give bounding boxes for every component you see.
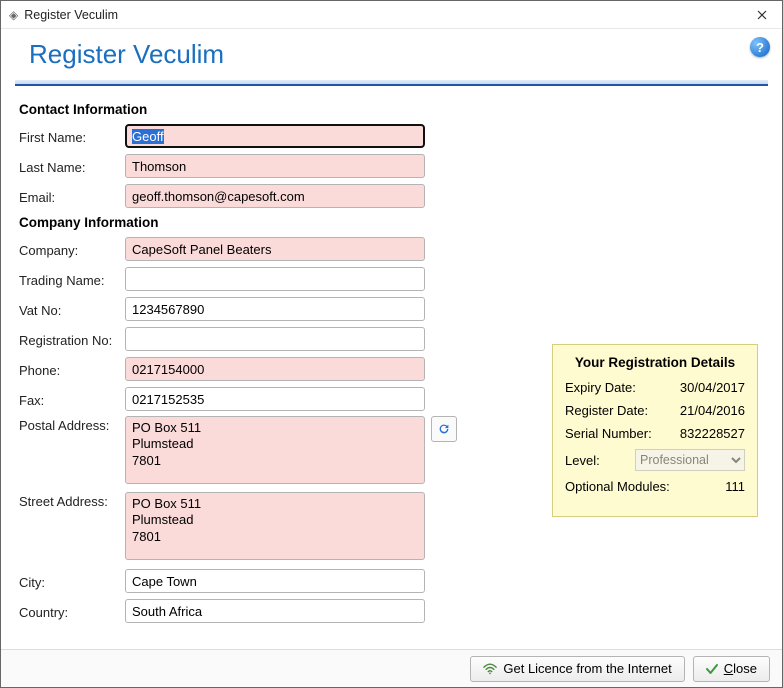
window-close-button[interactable] bbox=[748, 5, 776, 25]
street-label: Street Address: bbox=[19, 492, 125, 509]
window-title: Register Veculim bbox=[24, 8, 748, 22]
registration-details-panel: Your Registration Details Expiry Date: 3… bbox=[552, 344, 758, 517]
phone-input[interactable] bbox=[125, 357, 425, 381]
phone-label: Phone: bbox=[19, 361, 125, 378]
reg-no-input[interactable] bbox=[125, 327, 425, 351]
level-label: Level: bbox=[565, 453, 600, 468]
street-address-input[interactable] bbox=[125, 492, 425, 560]
refresh-icon bbox=[437, 422, 451, 436]
last-name-label: Last Name: bbox=[19, 158, 125, 175]
register-date-label: Register Date: bbox=[565, 403, 648, 418]
details-title: Your Registration Details bbox=[565, 355, 745, 370]
level-select[interactable]: Professional bbox=[635, 449, 745, 471]
postal-address-input[interactable] bbox=[125, 416, 425, 484]
company-label: Company: bbox=[19, 241, 125, 258]
close-icon bbox=[757, 10, 767, 20]
copy-address-button[interactable] bbox=[431, 416, 457, 442]
serial-label: Serial Number: bbox=[565, 426, 652, 441]
footer: Get Licence from the Internet Close bbox=[1, 649, 782, 687]
first-name-label: First Name: bbox=[19, 128, 125, 145]
get-licence-button[interactable]: Get Licence from the Internet bbox=[470, 656, 684, 682]
page-title: Register Veculim bbox=[29, 39, 762, 70]
city-label: City: bbox=[19, 573, 125, 590]
header: Register Veculim ? bbox=[1, 29, 782, 74]
last-name-input[interactable] bbox=[125, 154, 425, 178]
serial-value: 832228527 bbox=[680, 426, 745, 441]
city-input[interactable] bbox=[125, 569, 425, 593]
email-label: Email: bbox=[19, 188, 125, 205]
fax-label: Fax: bbox=[19, 391, 125, 408]
help-icon: ? bbox=[756, 40, 764, 55]
help-button[interactable]: ? bbox=[750, 37, 770, 57]
vat-no-input[interactable] bbox=[125, 297, 425, 321]
company-section-title: Company Information bbox=[19, 215, 764, 230]
vat-no-label: Vat No: bbox=[19, 301, 125, 318]
country-input[interactable] bbox=[125, 599, 425, 623]
fax-input[interactable] bbox=[125, 387, 425, 411]
expiry-label: Expiry Date: bbox=[565, 380, 636, 395]
country-label: Country: bbox=[19, 603, 125, 620]
get-licence-label: Get Licence from the Internet bbox=[503, 661, 671, 676]
check-icon bbox=[706, 663, 718, 675]
titlebar: ◈ Register Veculim bbox=[1, 1, 782, 29]
company-input[interactable] bbox=[125, 237, 425, 261]
register-window: ◈ Register Veculim Register Veculim ? Co… bbox=[0, 0, 783, 688]
trading-name-label: Trading Name: bbox=[19, 271, 125, 288]
trading-name-input[interactable] bbox=[125, 267, 425, 291]
first-name-input[interactable] bbox=[125, 124, 425, 148]
reg-no-label: Registration No: bbox=[19, 331, 125, 348]
register-date-value: 21/04/2016 bbox=[680, 403, 745, 418]
postal-label: Postal Address: bbox=[19, 416, 125, 433]
email-input[interactable] bbox=[125, 184, 425, 208]
close-button[interactable]: Close bbox=[693, 656, 770, 682]
wifi-icon bbox=[483, 663, 497, 675]
contact-section-title: Contact Information bbox=[19, 102, 764, 117]
expiry-value: 30/04/2017 bbox=[680, 380, 745, 395]
optional-modules-value: 111 bbox=[725, 479, 745, 494]
close-label: Close bbox=[724, 661, 757, 676]
optional-modules-label: Optional Modules: bbox=[565, 479, 670, 494]
app-icon: ◈ bbox=[9, 8, 18, 22]
content: Contact Information First Name: Last Nam… bbox=[1, 86, 782, 649]
